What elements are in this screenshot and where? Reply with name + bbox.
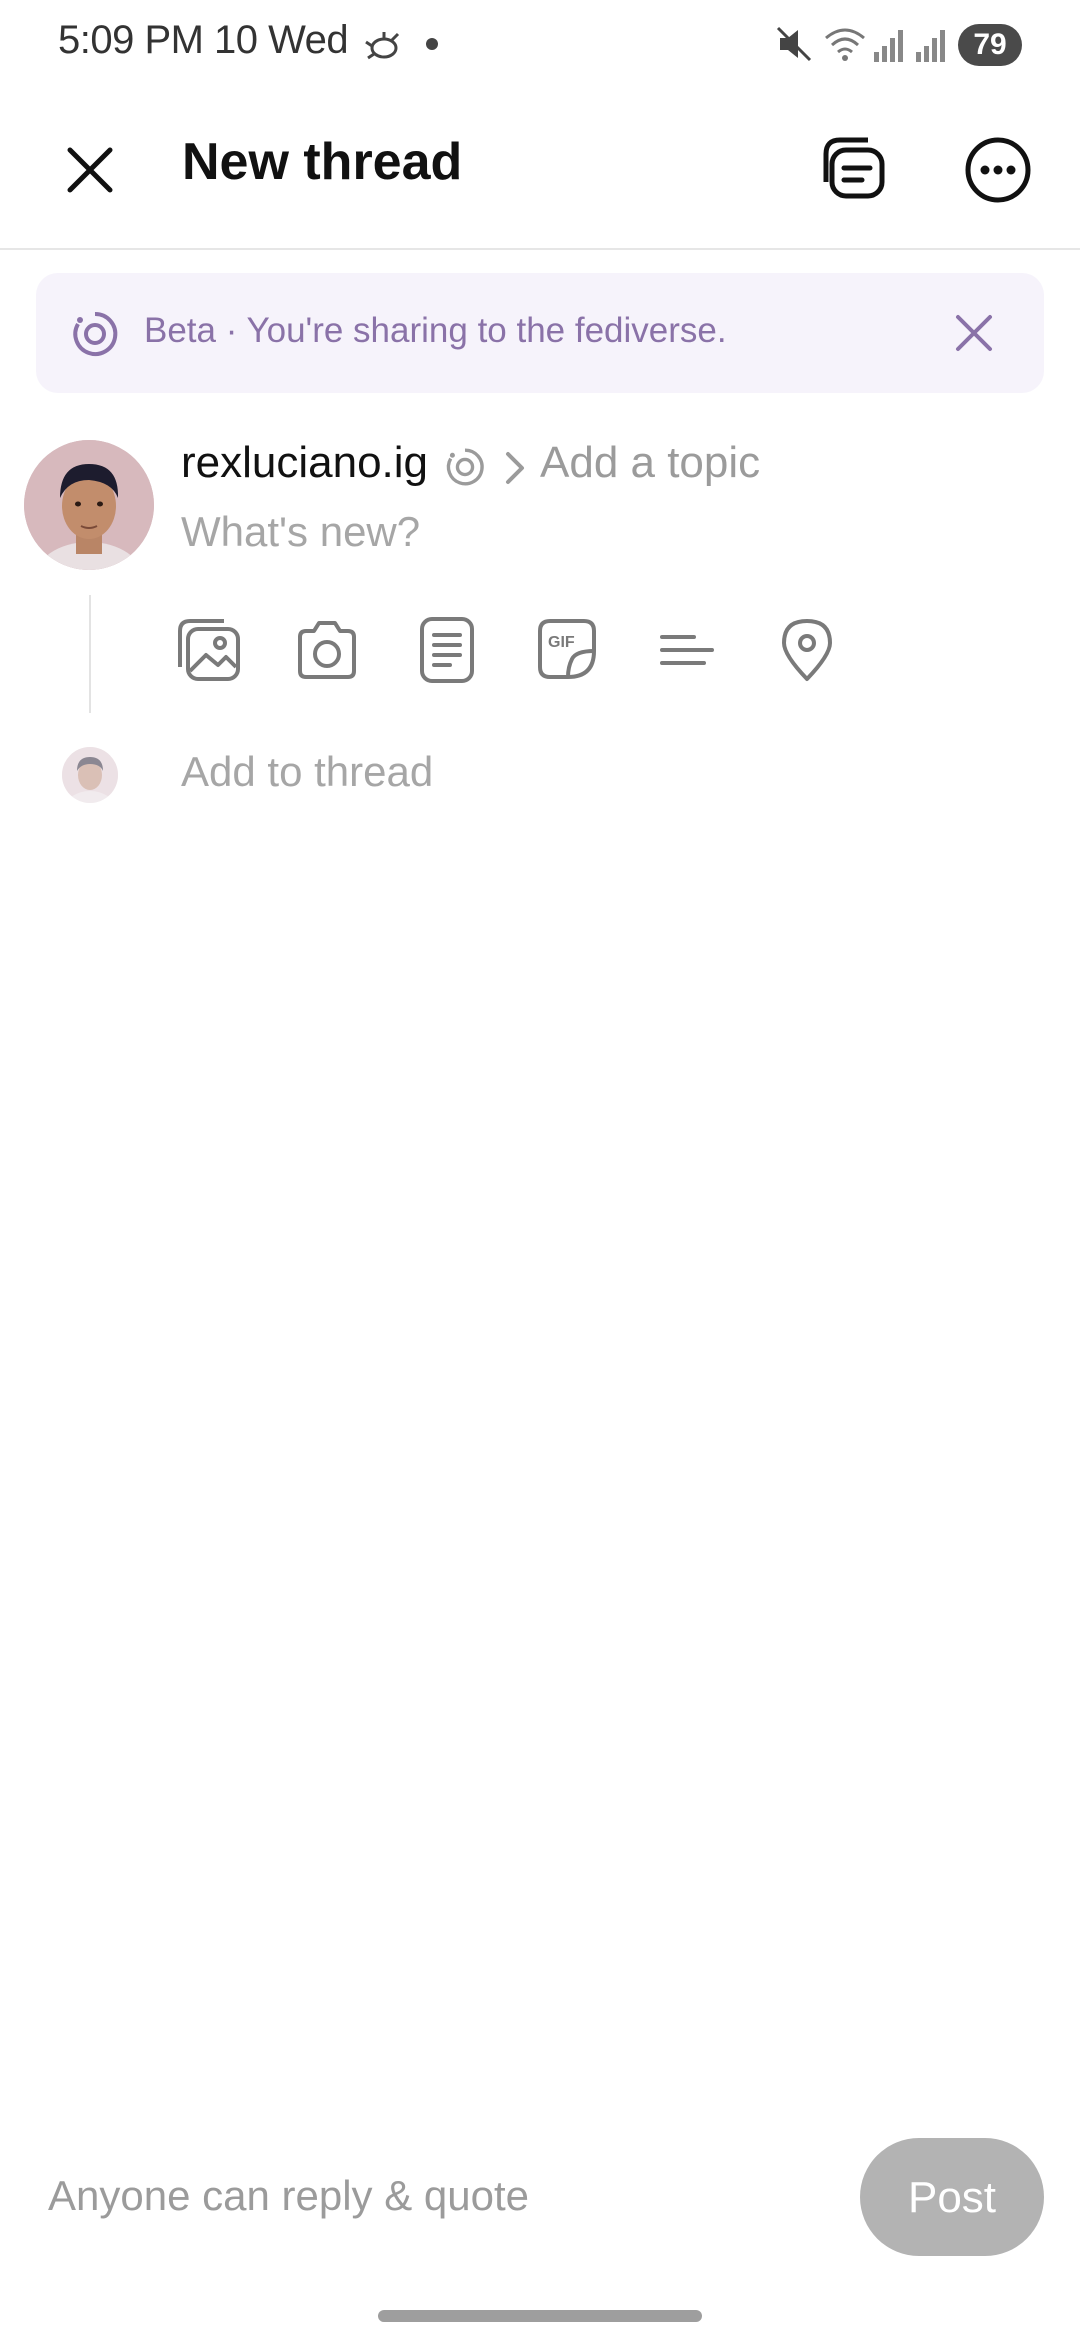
drafts-icon[interactable] — [816, 130, 896, 210]
signal-icon — [872, 24, 904, 69]
reply-setting-button[interactable]: Anyone can reply & quote — [48, 2172, 529, 2220]
bug-icon — [362, 24, 404, 71]
more-options-icon[interactable] — [958, 130, 1038, 210]
thread-text-input[interactable]: What's new? — [181, 508, 420, 556]
avatar — [24, 440, 154, 570]
svg-text:GIF: GIF — [548, 634, 575, 651]
username: rexluciano.ig — [181, 438, 429, 487]
status-bar: 5:09 PM 10 Wed 79 — [0, 0, 1080, 90]
signal-2-icon — [914, 24, 946, 69]
fediverse-small-icon — [444, 446, 486, 493]
battery-indicator: 79 — [958, 24, 1022, 66]
status-date: 10 Wed — [214, 18, 349, 62]
close-icon[interactable] — [58, 138, 122, 202]
header: New thread — [0, 90, 1080, 250]
notification-dot-icon — [426, 38, 438, 50]
gif-icon[interactable]: GIF — [532, 615, 602, 690]
home-indicator[interactable] — [378, 2310, 702, 2322]
thread-connector-line — [89, 595, 91, 713]
fediverse-icon — [70, 309, 120, 364]
status-time: 5:09 PM — [58, 18, 204, 62]
document-icon[interactable] — [412, 615, 482, 690]
banner-text: Beta · You're sharing to the fediverse. — [144, 311, 727, 350]
text-align-icon[interactable] — [652, 615, 722, 690]
location-icon[interactable] — [772, 615, 842, 690]
page-title: New thread — [182, 133, 463, 191]
banner-close-icon[interactable] — [950, 309, 998, 357]
gallery-icon[interactable] — [174, 615, 244, 690]
post-button[interactable]: Post — [860, 2138, 1044, 2256]
fediverse-banner: Beta · You're sharing to the fediverse. — [36, 273, 1044, 393]
small-avatar — [62, 747, 118, 803]
wifi-icon — [822, 24, 868, 69]
add-topic-input[interactable]: Add a topic — [540, 438, 760, 488]
add-to-thread-input[interactable]: Add to thread — [181, 748, 433, 796]
chevron-right-icon[interactable] — [502, 448, 528, 493]
mute-icon — [776, 24, 812, 69]
camera-icon[interactable] — [292, 615, 362, 690]
